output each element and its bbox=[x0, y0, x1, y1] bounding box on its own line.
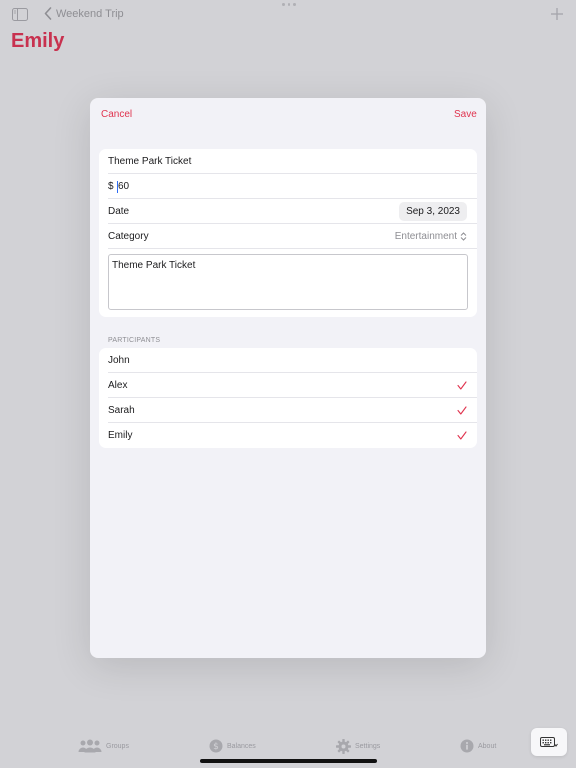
date-value: Sep 3, 2023 bbox=[406, 206, 460, 217]
participants-section-header: PARTICIPANTS bbox=[108, 337, 161, 344]
tab-balances[interactable]: $ Balances bbox=[209, 730, 256, 762]
category-value: Entertainment bbox=[394, 231, 457, 242]
participants-card: John Alex Sarah Emily bbox=[99, 348, 477, 448]
category-picker[interactable]: Entertainment bbox=[395, 231, 467, 242]
currency-symbol: $ bbox=[108, 181, 114, 192]
tab-groups[interactable]: Groups bbox=[78, 730, 129, 762]
tab-label: Settings bbox=[355, 742, 381, 750]
cancel-button[interactable]: Cancel bbox=[101, 109, 132, 120]
back-button-label: Weekend Trip bbox=[56, 7, 124, 20]
dollar-icon: $ bbox=[209, 739, 223, 753]
tab-settings[interactable]: Settings bbox=[336, 730, 380, 762]
expense-details-card: Theme Park Ticket $ 60 Date Sep 3, 2023 … bbox=[99, 149, 477, 317]
home-indicator bbox=[200, 759, 377, 763]
keyboard-icon bbox=[540, 736, 558, 747]
expense-name-field[interactable]: Theme Park Ticket bbox=[99, 149, 477, 174]
participant-name: Alex bbox=[108, 380, 128, 391]
notes-value: Theme Park Ticket bbox=[112, 260, 196, 271]
participant-name: Sarah bbox=[108, 405, 135, 416]
participant-row[interactable]: Emily bbox=[99, 423, 477, 448]
text-cursor bbox=[117, 181, 118, 193]
chevron-up-down-icon bbox=[460, 232, 467, 241]
participant-row[interactable]: Sarah bbox=[99, 398, 477, 423]
participant-row[interactable]: John bbox=[99, 348, 477, 373]
participant-name: Emily bbox=[108, 430, 133, 441]
sidebar-toggle-icon[interactable] bbox=[12, 8, 28, 21]
checkmark-icon bbox=[457, 406, 467, 415]
category-label: Category bbox=[108, 231, 149, 242]
checkmark-icon bbox=[457, 431, 467, 440]
navigation-bar: Weekend Trip bbox=[0, 0, 576, 30]
save-button[interactable]: Save bbox=[454, 109, 477, 120]
date-label: Date bbox=[108, 206, 130, 217]
svg-text:$: $ bbox=[213, 742, 219, 752]
groups-icon bbox=[78, 739, 102, 753]
tab-about[interactable]: About bbox=[460, 730, 496, 762]
info-icon bbox=[460, 739, 474, 753]
keyboard-toggle-button[interactable] bbox=[531, 728, 567, 756]
tab-label: About bbox=[478, 742, 497, 750]
multitasking-dots-icon[interactable] bbox=[282, 3, 297, 9]
date-row: Date Sep 3, 2023 bbox=[99, 199, 477, 224]
amount-value: 60 bbox=[118, 181, 130, 192]
back-button[interactable]: Weekend Trip bbox=[44, 7, 124, 20]
date-picker-button[interactable]: Sep 3, 2023 bbox=[399, 202, 467, 221]
notes-textarea[interactable]: Theme Park Ticket bbox=[108, 254, 468, 310]
expense-name-value: Theme Park Ticket bbox=[108, 156, 192, 167]
participant-row[interactable]: Alex bbox=[99, 373, 477, 398]
page-title: Emily bbox=[11, 30, 65, 52]
chevron-left-icon bbox=[44, 7, 52, 20]
plus-icon[interactable] bbox=[550, 7, 564, 21]
checkmark-icon bbox=[457, 381, 467, 390]
category-row: Category Entertainment bbox=[99, 224, 477, 249]
tab-label: Groups bbox=[106, 742, 129, 750]
participant-name: John bbox=[108, 355, 130, 366]
gear-icon bbox=[336, 738, 351, 754]
tab-label: Balances bbox=[227, 742, 256, 750]
amount-field[interactable]: $ 60 bbox=[99, 174, 477, 199]
